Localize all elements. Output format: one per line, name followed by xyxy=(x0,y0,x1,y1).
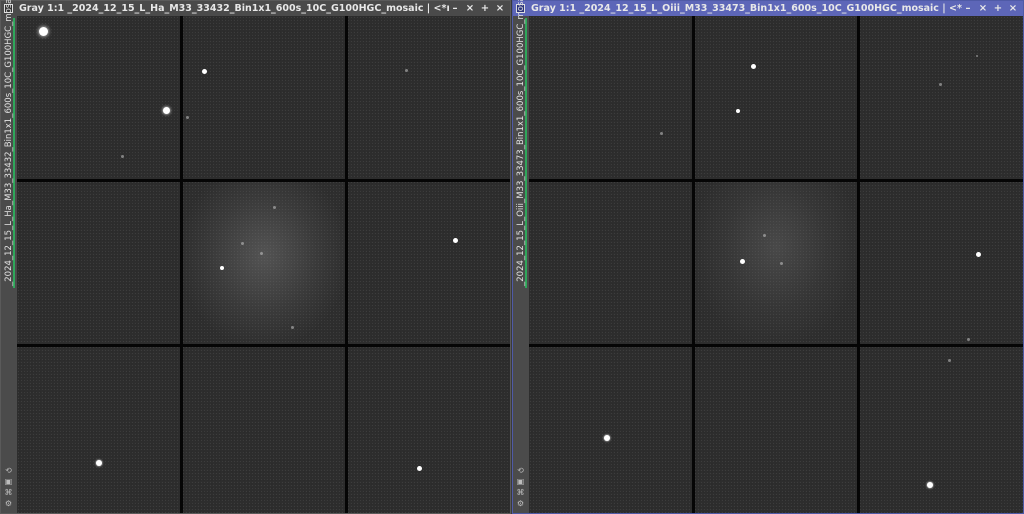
mosaic-divider xyxy=(17,179,510,182)
star xyxy=(273,206,276,209)
spin-icon[interactable]: ⟲ xyxy=(515,466,526,476)
star xyxy=(241,242,244,245)
maximize-button[interactable]: + xyxy=(992,3,1004,15)
title-bar[interactable]: Gray 1:1 _2024_12_15_L_Ha_M33_33432_Bin1… xyxy=(1,1,510,16)
mosaic-divider xyxy=(857,16,860,513)
link-icon[interactable]: ▣ xyxy=(3,477,14,487)
star xyxy=(740,259,745,264)
minimize-button[interactable]: – xyxy=(449,3,461,15)
settings-icon[interactable]: ⚙ xyxy=(3,499,14,509)
shade-button[interactable]: ⨯ xyxy=(977,3,989,15)
star xyxy=(121,155,124,158)
mosaic-divider xyxy=(180,16,183,513)
galaxy-nebulosity xyxy=(183,182,345,344)
star xyxy=(405,69,408,72)
star xyxy=(927,482,933,488)
star xyxy=(260,252,263,255)
view-tab[interactable]: _2024_12_15_L_Ha_M33_33432_Bin1x1_600s_1… xyxy=(2,0,15,288)
close-button[interactable]: × xyxy=(494,3,506,15)
minimize-button[interactable]: – xyxy=(962,3,974,15)
maximize-button[interactable]: + xyxy=(479,3,491,15)
star xyxy=(39,27,48,36)
star xyxy=(976,252,981,257)
mosaic-divider xyxy=(529,344,1023,347)
mosaic-divider xyxy=(345,16,348,513)
star xyxy=(967,338,970,341)
image-window-oiii[interactable]: Gray 1:1 _2024_12_15_L_Oiii_M33_33473_Bi… xyxy=(512,0,1024,514)
link-icon[interactable]: ▣ xyxy=(515,477,526,487)
view-sidebar: _2024_12_15_L_Oiii_M33_33473_Bin1x1_600s… xyxy=(513,0,529,513)
view-sidebar: _2024_12_15_L_Ha_M33_33432_Bin1x1_600s_1… xyxy=(1,0,17,513)
star xyxy=(291,326,294,329)
star xyxy=(763,234,766,237)
star xyxy=(453,238,458,243)
close-button[interactable]: × xyxy=(1007,3,1019,15)
image-canvas[interactable] xyxy=(17,16,510,513)
star xyxy=(948,359,951,362)
shrink-icon[interactable]: ⌘ xyxy=(515,488,526,498)
star xyxy=(660,132,663,135)
star xyxy=(780,262,783,265)
shrink-icon[interactable]: ⌘ xyxy=(3,488,14,498)
view-tab[interactable]: _2024_12_15_L_Oiii_M33_33473_Bin1x1_600s… xyxy=(514,0,527,288)
view-tab-label: _2024_12_15_L_Ha_M33_33432_Bin1x1_600s_1… xyxy=(4,0,14,286)
settings-icon[interactable]: ⚙ xyxy=(515,499,526,509)
star xyxy=(604,435,610,441)
star xyxy=(939,83,942,86)
star xyxy=(751,64,756,69)
star xyxy=(417,466,422,471)
star xyxy=(163,107,170,114)
spin-icon[interactable]: ⟲ xyxy=(3,466,14,476)
star xyxy=(96,460,102,466)
star xyxy=(976,55,978,57)
star xyxy=(202,69,207,74)
window-title: Gray 1:1 _2024_12_15_L_Oiii_M33_33473_Bi… xyxy=(531,3,962,14)
galaxy-nebulosity xyxy=(695,182,857,344)
star xyxy=(736,109,740,113)
image-canvas[interactable] xyxy=(529,16,1023,513)
window-title: Gray 1:1 _2024_12_15_L_Ha_M33_33432_Bin1… xyxy=(19,3,449,14)
shade-button[interactable]: ⨯ xyxy=(464,3,476,15)
image-window-ha[interactable]: Gray 1:1 _2024_12_15_L_Ha_M33_33432_Bin1… xyxy=(0,0,511,514)
mosaic-divider xyxy=(529,179,1023,182)
view-tab-label: _2024_12_15_L_Oiii_M33_33473_Bin1x1_600s… xyxy=(516,0,526,286)
mosaic-divider xyxy=(17,344,510,347)
star xyxy=(220,266,224,270)
star xyxy=(186,116,189,119)
mosaic-divider xyxy=(692,16,695,513)
title-bar[interactable]: Gray 1:1 _2024_12_15_L_Oiii_M33_33473_Bi… xyxy=(513,1,1023,16)
